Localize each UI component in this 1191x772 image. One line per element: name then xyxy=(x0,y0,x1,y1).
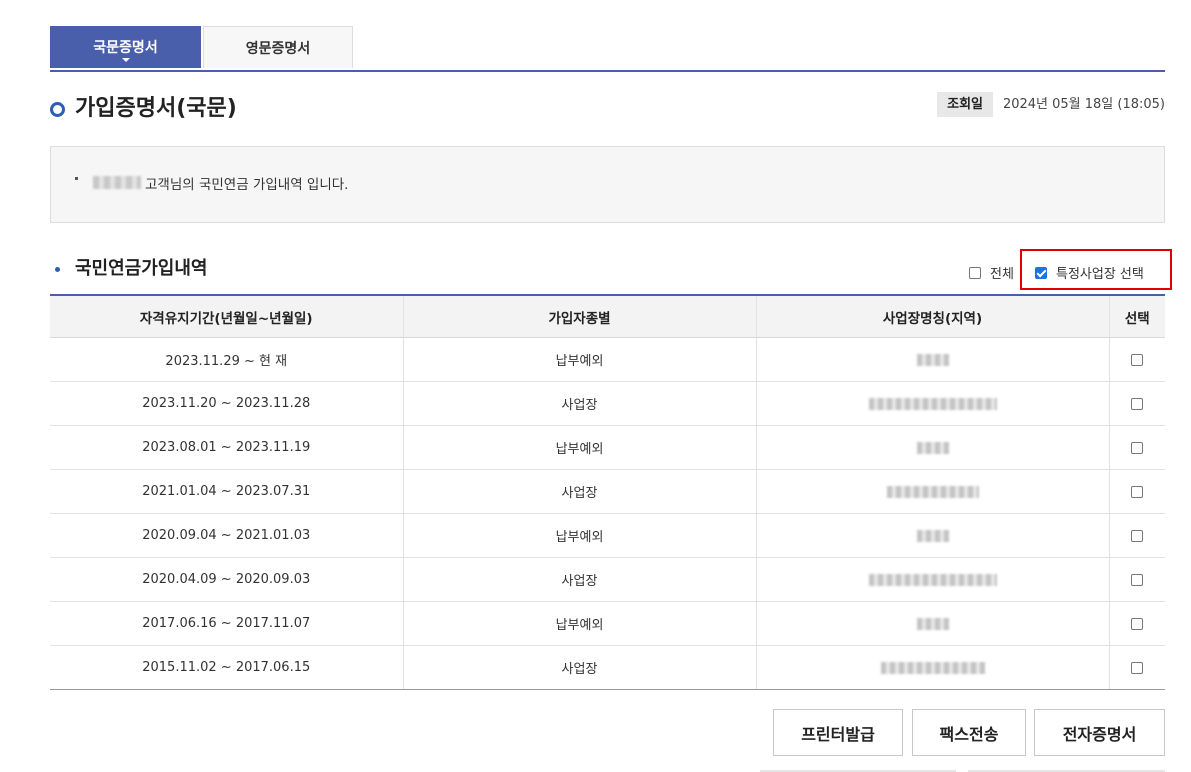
notice-box: 고객님의 국민연금 가입내역 입니다. xyxy=(50,146,1165,223)
table-header-row: 자격유지기간(년월일~년월일) 가입자종별 사업장명칭(지역) 선택 xyxy=(50,294,1165,338)
workplace-cell xyxy=(755,645,1109,690)
masked-workplace xyxy=(916,353,949,366)
tab-english-label: 영문증명서 xyxy=(245,40,311,57)
caret-down-icon xyxy=(121,58,130,62)
table-row: 2017.06.16 ~ 2017.11.07 납부예외 xyxy=(50,601,1165,646)
table-row: 2015.11.02 ~ 2017.06.15 사업장 xyxy=(50,645,1165,690)
masked-workplace xyxy=(916,529,949,542)
row-checkbox[interactable] xyxy=(1131,353,1144,366)
header-select: 선택 xyxy=(1108,294,1165,338)
table-row: 2020.09.04 ~ 2021.01.03 납부예외 xyxy=(50,513,1165,558)
period-cell: 2015.11.02 ~ 2017.06.15 xyxy=(50,645,403,690)
section-bullet-icon xyxy=(55,267,60,272)
table-row: 2023.08.01 ~ 2023.11.19 납부예외 xyxy=(50,425,1165,470)
type-cell: 사업장 xyxy=(402,381,756,426)
section-title: 국민연금가입내역 xyxy=(75,258,208,279)
tab-korean-certificate[interactable]: 국문증명서 xyxy=(50,26,201,68)
tab-english-certificate[interactable]: 영문증명서 xyxy=(203,26,353,68)
select-cell xyxy=(1108,513,1165,558)
select-cell xyxy=(1108,381,1165,426)
masked-workplace xyxy=(916,617,949,630)
period-cell: 2021.01.04 ~ 2023.07.31 xyxy=(50,469,403,514)
select-cell xyxy=(1108,645,1165,690)
type-cell: 사업장 xyxy=(402,469,756,514)
header-type: 가입자종별 xyxy=(402,294,756,338)
highlight-annotation xyxy=(1020,249,1172,290)
print-issue-button[interactable]: 프린터발급 xyxy=(773,709,903,756)
select-cell xyxy=(1108,337,1165,382)
table-row: 2020.04.09 ~ 2020.09.03 사업장 xyxy=(50,557,1165,602)
table-row: 2021.01.04 ~ 2023.07.31 사업장 xyxy=(50,469,1165,514)
view-date-badge: 조회일 xyxy=(937,92,993,117)
masked-workplace xyxy=(868,397,997,410)
row-checkbox[interactable] xyxy=(1131,529,1144,542)
type-cell: 납부예외 xyxy=(402,425,756,470)
masked-customer-name xyxy=(93,176,141,189)
period-cell: 2017.06.16 ~ 2017.11.07 xyxy=(50,601,403,646)
masked-workplace xyxy=(916,441,949,454)
checkbox-all-label: 전체 xyxy=(990,267,1014,282)
row-checkbox[interactable] xyxy=(1131,573,1144,586)
masked-workplace xyxy=(880,661,985,674)
workplace-cell xyxy=(755,469,1109,514)
row-checkbox[interactable] xyxy=(1131,661,1144,674)
select-cell xyxy=(1108,601,1165,646)
workplace-cell xyxy=(755,557,1109,602)
row-checkbox[interactable] xyxy=(1131,485,1144,498)
select-cell xyxy=(1108,557,1165,602)
period-cell: 2023.08.01 ~ 2023.11.19 xyxy=(50,425,403,470)
certificate-tabs: 국문증명서 영문증명서 xyxy=(50,26,1165,72)
title-circle-icon xyxy=(50,102,65,117)
select-cell xyxy=(1108,425,1165,470)
section-header: 국민연금가입내역 전체 특정사업장 선택 xyxy=(50,254,1165,288)
workplace-cell xyxy=(755,513,1109,558)
workplace-cell xyxy=(755,601,1109,646)
type-cell: 납부예외 xyxy=(402,513,756,558)
bullet-icon xyxy=(75,177,78,180)
table-row: 2023.11.29 ~ 현 재 납부예외 xyxy=(50,337,1165,382)
e-certificate-button[interactable]: 전자증명서 xyxy=(1034,709,1165,756)
workplace-cell xyxy=(755,425,1109,470)
period-cell: 2023.11.29 ~ 현 재 xyxy=(50,337,403,382)
type-cell: 납부예외 xyxy=(402,337,756,382)
title-row: 가입증명서(국문) 조회일 2024년 05월 18일 (18:05) xyxy=(50,92,1165,128)
view-date: 2024년 05월 18일 (18:05) xyxy=(1002,97,1165,112)
checkbox-all[interactable]: 전체 xyxy=(969,263,1014,282)
enrollment-table: 자격유지기간(년월일~년월일) 가입자종별 사업장명칭(지역) 선택 2023.… xyxy=(50,294,1165,690)
workplace-cell xyxy=(755,381,1109,426)
workplace-cell xyxy=(755,337,1109,382)
type-cell: 사업장 xyxy=(402,645,756,690)
checkbox-all-box[interactable] xyxy=(969,266,981,279)
table-row: 2023.11.20 ~ 2023.11.28 사업장 xyxy=(50,381,1165,426)
period-cell: 2020.09.04 ~ 2021.01.03 xyxy=(50,513,403,558)
tab-korean-label: 국문증명서 xyxy=(93,40,158,56)
type-cell: 사업장 xyxy=(402,557,756,602)
masked-workplace xyxy=(886,485,979,498)
header-period: 자격유지기간(년월일~년월일) xyxy=(50,294,403,338)
row-checkbox[interactable] xyxy=(1131,617,1144,630)
period-cell: 2020.04.09 ~ 2020.09.03 xyxy=(50,557,403,602)
select-cell xyxy=(1108,469,1165,514)
masked-workplace xyxy=(868,573,997,586)
header-workplace: 사업장명칭(지역) xyxy=(755,294,1109,338)
row-checkbox[interactable] xyxy=(1131,441,1144,454)
notice-text: 고객님의 국민연금 가입내역 입니다. xyxy=(145,177,349,193)
type-cell: 납부예외 xyxy=(402,601,756,646)
fax-send-button[interactable]: 팩스전송 xyxy=(912,709,1026,756)
period-cell: 2023.11.20 ~ 2023.11.28 xyxy=(50,381,403,426)
row-checkbox[interactable] xyxy=(1131,397,1144,410)
page-title: 가입증명서(국문) xyxy=(75,96,237,121)
